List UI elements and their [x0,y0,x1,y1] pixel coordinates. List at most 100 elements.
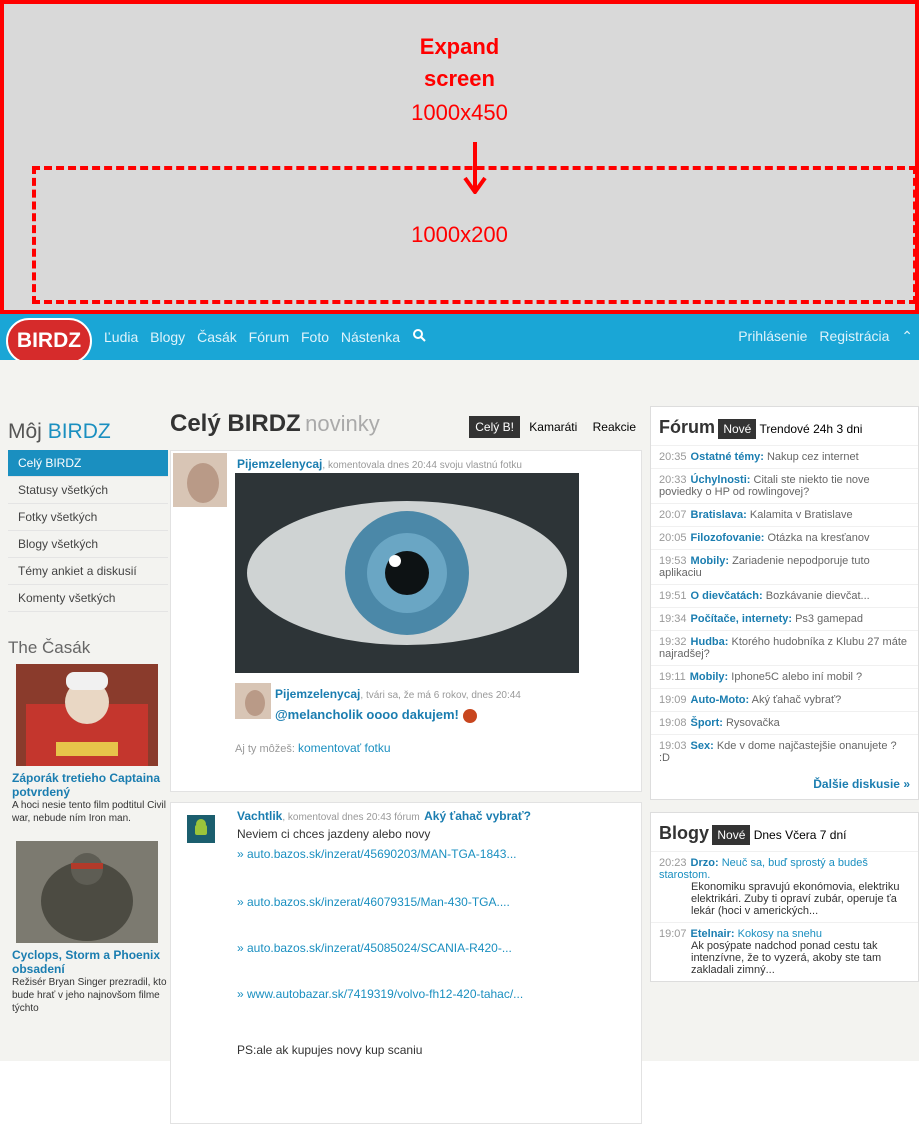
forum-item[interactable]: 20:33 Úchylnosti: Citali ste niekto tie n… [651,468,918,503]
forum-tab-nove[interactable]: Nové [718,419,757,439]
forum-item-category[interactable]: Filozofovanie: [691,532,765,544]
forum-item-time: 19:51 [659,590,687,602]
sidebar-item-temy[interactable]: Témy ankiet a diskusií [8,558,168,585]
sidebar-item-komenty[interactable]: Komenty všetkých [8,585,168,612]
forum-item-text[interactable]: Iphone5C alebo iní mobil ? [731,671,862,683]
search-icon[interactable] [412,328,426,342]
reply-author[interactable]: Pijemzelenycaj [275,687,360,701]
sidebar-item-blogy[interactable]: Blogy všetkých [8,531,168,558]
post-topic-link[interactable]: Aký ťahač vybrať? [424,809,531,823]
tab-cely[interactable]: Celý B! [469,416,520,438]
blog-item[interactable]: 20:23 Drzo: Neuč sa, buď sprostý a budeš … [651,851,918,922]
nav-link-ludia[interactable]: Ľudia [104,329,138,345]
post-author[interactable]: Vachtlik [237,809,282,823]
forum-item-category[interactable]: Ostatné témy: [691,451,764,463]
post-photo[interactable] [235,473,579,673]
login-link[interactable]: Prihlásenie [738,328,807,344]
forum-item-category[interactable]: Sex: [691,740,714,752]
post-author[interactable]: Pijemzelenycaj [237,457,322,471]
forum-item-text[interactable]: Nakup cez internet [767,451,859,463]
forum-item-text[interactable]: Kalamita v Bratislave [750,509,853,521]
forum-item-text[interactable]: Ps3 gamepad [795,613,863,625]
forum-item-text[interactable]: Otázka na kresťanov [768,532,870,544]
casak-image-2[interactable] [16,841,158,943]
register-link[interactable]: Registrácia [819,328,889,344]
forum-item[interactable]: 19:51 O dievčatách: Bozkávanie dievčat... [651,584,918,607]
forum-item-text[interactable]: Rysovačka [726,717,780,729]
forum-item[interactable]: 20:35 Ostatné témy: Nakup cez internet [651,445,918,468]
forum-tab-24h[interactable]: 24h [813,422,833,436]
forum-item[interactable]: 19:32 Hudba: Ktorého hudobníka z Klubu 27… [651,630,918,665]
blog-item[interactable]: 19:07 Etelnair: Kokosy na snehu Ak posýpat… [651,922,918,981]
sidebar-item-cely[interactable]: Celý BIRDZ [8,450,168,477]
post-meta: , komentoval dnes 20:43 fórum [282,812,420,823]
forum-item[interactable]: 20:07 Bratislava: Kalamita v Bratislave [651,503,918,526]
blog-item-author[interactable]: Etelnair: [691,928,735,940]
tab-kamarati[interactable]: Kamaráti [523,416,583,438]
post-link-2[interactable]: » auto.bazos.sk/inzerat/46079315/Man-430… [237,895,510,909]
android-icon[interactable] [187,815,215,843]
forum-item[interactable]: 20:05 Filozofovanie: Otázka na kresťanov [651,526,918,549]
tab-reakcie[interactable]: Reakcie [587,416,642,438]
forum-item-time: 19:32 [659,636,687,648]
post-body-line: Neviem ci chces jazdeny alebo novy [237,827,431,841]
nav-link-forum[interactable]: Fórum [249,329,289,345]
forum-item-category[interactable]: Úchylnosti: [691,474,751,486]
nav-link-nastenka[interactable]: Nástenka [341,329,400,345]
casak-headline-2[interactable]: Cyclops, Storm a Phoenix obsadení [12,948,168,976]
forum-item-category[interactable]: Mobily: [691,555,730,567]
forum-item-category[interactable]: O dievčatách: [691,590,763,602]
forum-tab-3dni[interactable]: 3 dni [836,422,862,436]
feed-title: Celý BIRDZ [170,410,301,437]
forum-item[interactable]: 19:34 Počítače, internety: Ps3 gamepad [651,607,918,630]
top-nav: BIRDZ Ľudia Blogy Časák Fórum Foto Náste… [0,314,919,364]
casak-image-1[interactable] [16,664,158,766]
forum-item-category[interactable]: Počítače, internety: [691,613,792,625]
casak-title: The Časák [8,638,91,657]
banner-size-collapsed: 1000x200 [411,222,508,247]
blogy-tab-dnes[interactable]: Dnes [754,828,782,842]
nav-link-blogy[interactable]: Blogy [150,329,185,345]
post-link-1[interactable]: » auto.bazos.sk/inzerat/45690203/MAN-TGA… [237,847,517,861]
banner-title-line1: Expand [419,34,500,59]
forum-more-link[interactable]: Ďalšie diskusie » [651,769,918,799]
comment-photo-link[interactable]: komentovať fotku [298,741,391,755]
sidebar-item-fotky[interactable]: Fotky všetkých [8,504,168,531]
sidebar-title-brand: BIRDZ [47,420,111,443]
forum-item[interactable]: 19:09 Auto-Moto: Aký ťahač vybrať? [651,688,918,711]
sidebar-item-statusy[interactable]: Statusy všetkých [8,477,168,504]
blog-item-excerpt: Ak posýpate nadchod ponad cestu tak inte… [691,940,882,976]
blogy-tab-nove[interactable]: Nové [712,825,751,845]
forum-item[interactable]: 19:08 Šport: Rysovačka [651,711,918,734]
blogy-tab-vcera[interactable]: Včera [785,828,816,842]
forum-item-category[interactable]: Mobily: [690,671,729,683]
post-link-4[interactable]: » www.autobazar.sk/7419319/volvo-fh12-42… [237,987,523,1001]
nav-link-foto[interactable]: Foto [301,329,329,345]
forum-item[interactable]: 19:53 Mobily: Zariadenie nepodporuje tuto… [651,549,918,584]
post-link-3[interactable]: » auto.bazos.sk/inzerat/45085024/SCANIA-… [237,941,512,955]
blogy-title: Blogy [659,823,710,843]
birdz-logo[interactable]: BIRDZ [6,318,92,364]
forum-item-category[interactable]: Bratislava: [691,509,747,521]
forum-item-text[interactable]: Bozkávanie dievčat... [766,590,870,602]
forum-item-text[interactable]: Aký ťahač vybrať? [752,694,842,706]
chevron-icon[interactable]: ⌃ [901,328,913,344]
blog-item-author[interactable]: Drzo: [691,857,719,869]
forum-tab-trendove[interactable]: Trendové [759,422,809,436]
forum-list: 20:35 Ostatné témy: Nakup cez internet 20:… [651,445,918,769]
forum-item-category[interactable]: Hudba: [691,636,729,648]
blog-item-title[interactable]: Kokosy na snehu [738,928,822,940]
nav-link-casak[interactable]: Časák [197,329,237,345]
forum-item-category[interactable]: Auto-Moto: [691,694,750,706]
forum-item[interactable]: 19:03 Sex: Kde v dome najčastejšie onanuj… [651,734,918,769]
casak-headline-1[interactable]: Záporák tretieho Captaina potvrdený [12,771,168,799]
blogy-tab-7dni[interactable]: 7 dní [820,828,847,842]
emoji-icon [462,708,477,723]
blogy-header: Blogy Nové Dnes Včera 7 dní [651,813,918,851]
expand-banner: Expand screen 1000x450 1000x200 [0,0,919,314]
reply-avatar[interactable] [235,683,271,719]
forum-item[interactable]: 19:11 Mobily: Iphone5C alebo iní mobil ? [651,665,918,688]
forum-item-category[interactable]: Šport: [691,717,723,729]
avatar[interactable] [173,453,227,507]
left-column: Môj BIRDZ Celý BIRDZ Statusy všetkých Fo… [8,420,168,1015]
